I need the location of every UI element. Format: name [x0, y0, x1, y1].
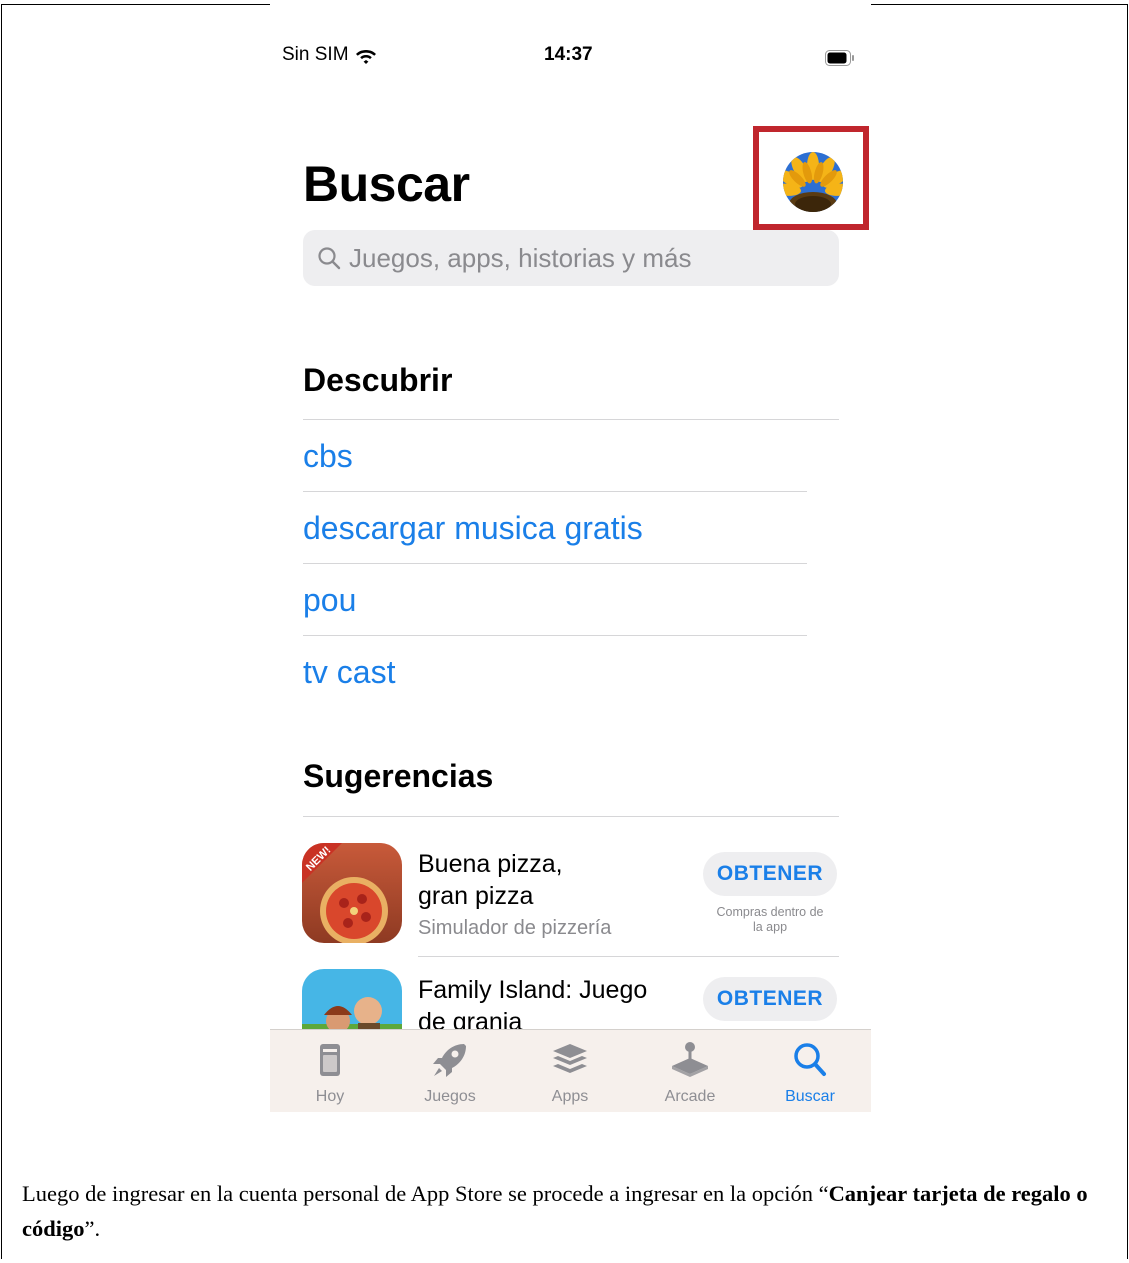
iap-line: la app — [752, 920, 788, 934]
app-name-line: Family Island: Juego — [418, 976, 648, 1004]
document-caption: Luego de ingresar en la cuenta personal … — [22, 1176, 1122, 1246]
discover-item-descargar-musica-gratis[interactable]: descargar musica gratis — [303, 510, 643, 547]
today-icon — [320, 1044, 340, 1076]
divider — [418, 956, 839, 957]
iap-line: Compras dentro de — [716, 905, 824, 919]
divider — [303, 635, 807, 636]
search-icon — [318, 247, 341, 270]
app-name[interactable]: Buena pizza, gran pizza — [418, 848, 563, 912]
search-input[interactable] — [349, 242, 829, 274]
tab-label: Hoy — [315, 1088, 345, 1105]
page-title: Buscar — [303, 156, 470, 212]
wifi-icon — [355, 49, 376, 64]
clock: 14:37 — [544, 44, 593, 65]
caption-text: Luego de ingresar en la cuenta personal … — [22, 1181, 829, 1206]
status-bar: Sin SIM 14:37 — [270, 44, 871, 74]
rocket-icon — [433, 1044, 466, 1077]
discover-item-cbs[interactable]: cbs — [303, 438, 353, 475]
tab-hoy[interactable]: Hoy — [275, 1030, 385, 1112]
caption-text-end: ”. — [84, 1216, 101, 1241]
tab-buscar[interactable]: Buscar — [755, 1030, 865, 1112]
tab-label: Arcade — [664, 1088, 716, 1105]
divider — [303, 563, 807, 564]
discover-item-tv-cast[interactable]: tv cast — [303, 654, 395, 691]
tab-apps[interactable]: Apps — [515, 1030, 625, 1112]
tab-label: Buscar — [785, 1088, 835, 1105]
get-button[interactable]: OBTENER — [703, 977, 837, 1021]
divider — [303, 491, 807, 492]
divider — [303, 816, 839, 817]
get-button[interactable]: OBTENER — [703, 852, 837, 896]
tab-arcade[interactable]: Arcade — [635, 1030, 745, 1112]
suggestions-heading: Sugerencias — [303, 758, 494, 794]
account-avatar-button[interactable] — [783, 152, 843, 212]
search-bar[interactable] — [303, 230, 839, 286]
pizza-app-icon[interactable]: NEW! — [302, 843, 402, 943]
search-icon — [794, 1043, 826, 1076]
tab-bar: Hoy Juegos Apps Arcade Buscar — [270, 1029, 871, 1112]
app-name-line: Buena pizza, — [418, 850, 563, 878]
apps-stack-icon — [553, 1044, 587, 1073]
carrier-status: Sin SIM — [282, 44, 377, 66]
in-app-purchases-note: Compras dentro de la app — [703, 905, 837, 935]
battery-icon — [825, 50, 854, 66]
app-subtitle: Simulador de pizzería — [418, 917, 612, 939]
tab-label: Apps — [551, 1088, 589, 1105]
iphone-screenshot: Sin SIM 14:37 Buscar Juegos, apps, histo… — [270, 0, 871, 1112]
app-name-line: gran pizza — [418, 882, 534, 910]
account-highlight-box — [753, 126, 869, 230]
divider — [303, 419, 839, 420]
discover-item-pou[interactable]: pou — [303, 582, 356, 619]
sunflower-avatar-icon — [783, 152, 843, 212]
tab-juegos[interactable]: Juegos — [395, 1030, 505, 1112]
tab-label: Juegos — [424, 1088, 476, 1105]
joystick-icon — [672, 1042, 708, 1077]
discover-heading: Descubrir — [303, 362, 453, 398]
carrier-label: Sin SIM — [282, 44, 349, 65]
